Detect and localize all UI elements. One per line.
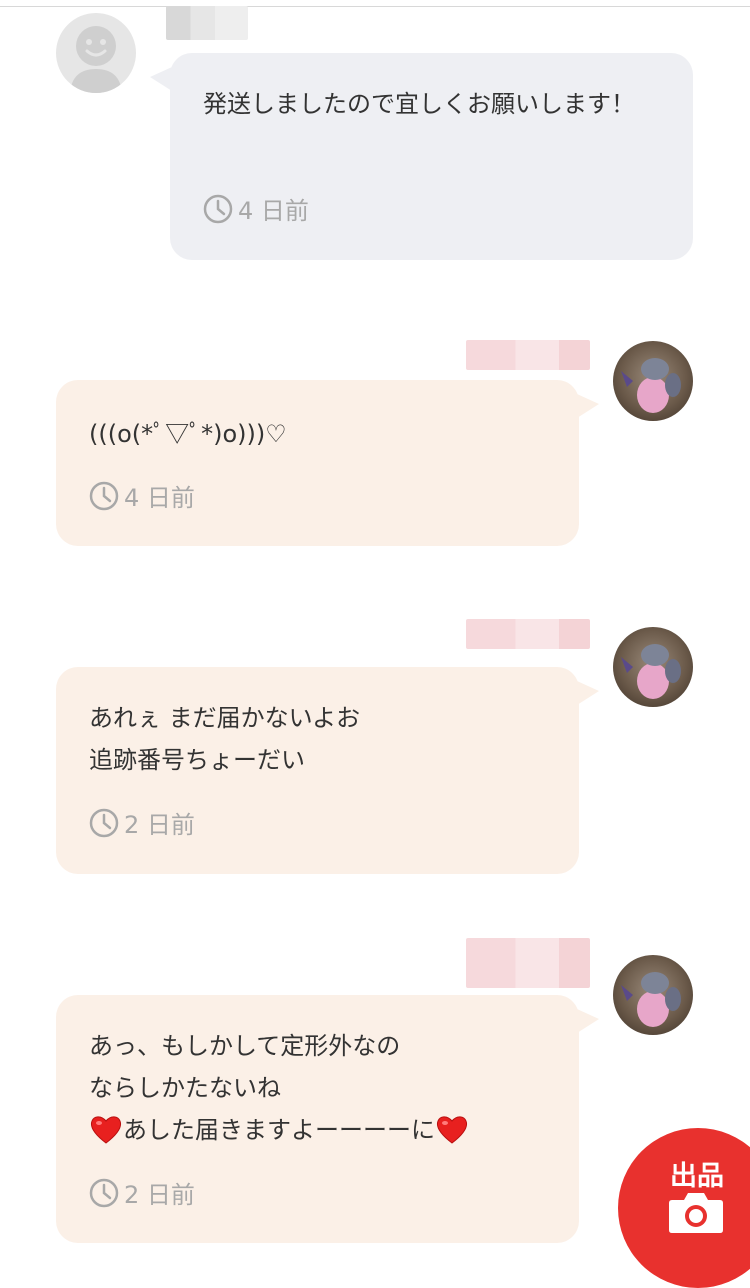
sender-name-blurred xyxy=(466,340,590,370)
plush-toy-avatar-image xyxy=(621,358,681,413)
clock-icon xyxy=(89,1178,119,1207)
message-timestamp: 2 日前 xyxy=(88,805,195,840)
default-avatar-icon xyxy=(70,26,122,93)
timestamp-text: 4 日前 xyxy=(124,484,195,512)
sell-button[interactable]: 出品 xyxy=(618,1128,750,1288)
sender-name-blurred xyxy=(466,938,590,988)
message-timestamp: 4 日前 xyxy=(88,478,195,513)
camera-icon xyxy=(669,1193,723,1233)
heart-icon xyxy=(436,1116,468,1144)
timestamp-text: 4 日前 xyxy=(238,197,309,225)
user-avatar-photo[interactable] xyxy=(613,341,693,421)
message-timestamp: 2 日前 xyxy=(88,1175,195,1210)
message-timestamp: 4 日前 xyxy=(202,191,309,226)
clock-icon xyxy=(203,194,233,223)
message-line: あっ、もしかして定形外なの xyxy=(89,1032,401,1060)
message-text: (((o(*ﾟ▽ﾟ*)o)))♡ xyxy=(89,420,287,448)
message-text: 発送しましたので宜しくお願いします！ xyxy=(203,90,635,118)
message-text: あれぇ まだ届かないよお 追跡番号ちょーだい xyxy=(89,704,361,774)
message-line: ならしかたないね xyxy=(89,1074,281,1102)
plush-toy-avatar-image xyxy=(621,972,681,1027)
clock-icon xyxy=(89,808,119,837)
timestamp-text: 2 日前 xyxy=(124,1181,195,1209)
heart-icon xyxy=(90,1116,122,1144)
timestamp-text: 2 日前 xyxy=(124,811,195,839)
message-text: あっ、もしかして定形外なの ならしかたないね あした届きますよーーーーに xyxy=(89,1025,551,1151)
sender-name-blurred xyxy=(466,619,590,649)
user-avatar-photo[interactable] xyxy=(613,627,693,707)
message-bubble-other: (((o(*ﾟ▽ﾟ*)o)))♡ 4 日前 xyxy=(56,380,599,546)
sell-button-label: 出品 xyxy=(670,1161,724,1192)
message-line-text: あした届きますよーーーーに xyxy=(123,1116,435,1144)
top-divider xyxy=(0,6,750,7)
message-bubble-other: あっ、もしかして定形外なの ならしかたないね あした届きますよーーーーに 2 日… xyxy=(56,995,599,1243)
sender-name-blurred xyxy=(166,6,248,40)
message-line: あした届きますよーーーーに xyxy=(89,1109,551,1151)
message-bubble-self: 発送しましたので宜しくお願いします！ 4 日前 xyxy=(150,53,693,260)
clock-icon xyxy=(89,481,119,510)
user-avatar-photo[interactable] xyxy=(613,955,693,1035)
user-avatar-default[interactable] xyxy=(56,13,136,93)
plush-toy-avatar-image xyxy=(621,644,681,699)
message-bubble-other: あれぇ まだ届かないよお 追跡番号ちょーだい 2 日前 xyxy=(56,667,599,874)
